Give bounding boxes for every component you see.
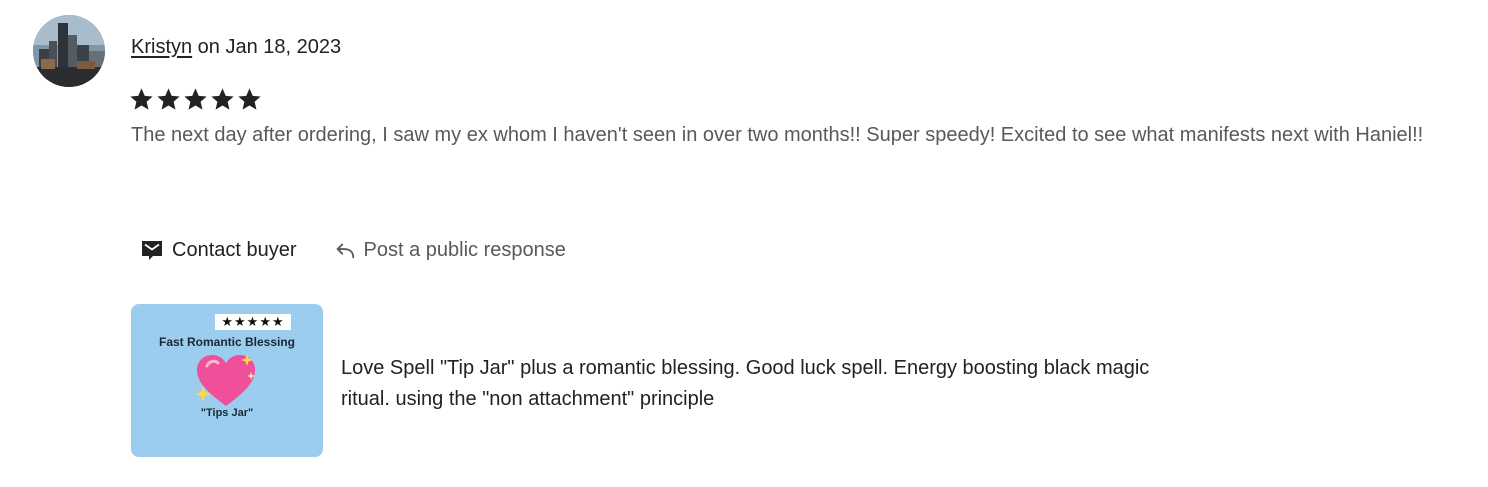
star-rating <box>129 82 262 116</box>
star-icon <box>238 88 261 110</box>
review-date: on Jan 18, 2023 <box>192 36 342 58</box>
contact-buyer-button[interactable]: Contact buyer <box>140 238 297 262</box>
star-icon <box>130 88 153 110</box>
post-public-response-label: Post a public response <box>363 238 566 261</box>
thumb-title: Fast Romantic Blessing <box>158 335 296 349</box>
thumb-caption: "Tips Jar" <box>200 407 254 419</box>
star-icon <box>211 88 234 110</box>
reply-arrow-icon <box>334 239 356 261</box>
sparkling-heart-icon <box>193 352 259 415</box>
contact-buyer-label: Contact buyer <box>172 238 297 261</box>
review-meta: Kristyn on Jan 18, 2023 <box>131 34 341 60</box>
star-icon <box>184 88 207 110</box>
avatar-city-photo <box>33 15 105 87</box>
reviewer-name-link[interactable]: Kristyn <box>131 36 192 58</box>
star-icon <box>157 88 180 110</box>
post-public-response-button[interactable]: Post a public response <box>334 239 566 262</box>
review-text: The next day after ordering, I saw my ex… <box>131 124 1424 146</box>
mail-icon <box>140 238 164 262</box>
listing-title-link[interactable]: Love Spell "Tip Jar" plus a romantic ble… <box>341 353 1201 415</box>
review-actions: Contact buyer Post a public response <box>140 234 566 266</box>
listing-thumbnail[interactable]: ★★★★★ Fast Romantic Blessing "Tips Jar" <box>131 304 323 457</box>
thumb-star-banner: ★★★★★ <box>215 314 291 330</box>
reviewer-avatar[interactable] <box>33 15 105 87</box>
